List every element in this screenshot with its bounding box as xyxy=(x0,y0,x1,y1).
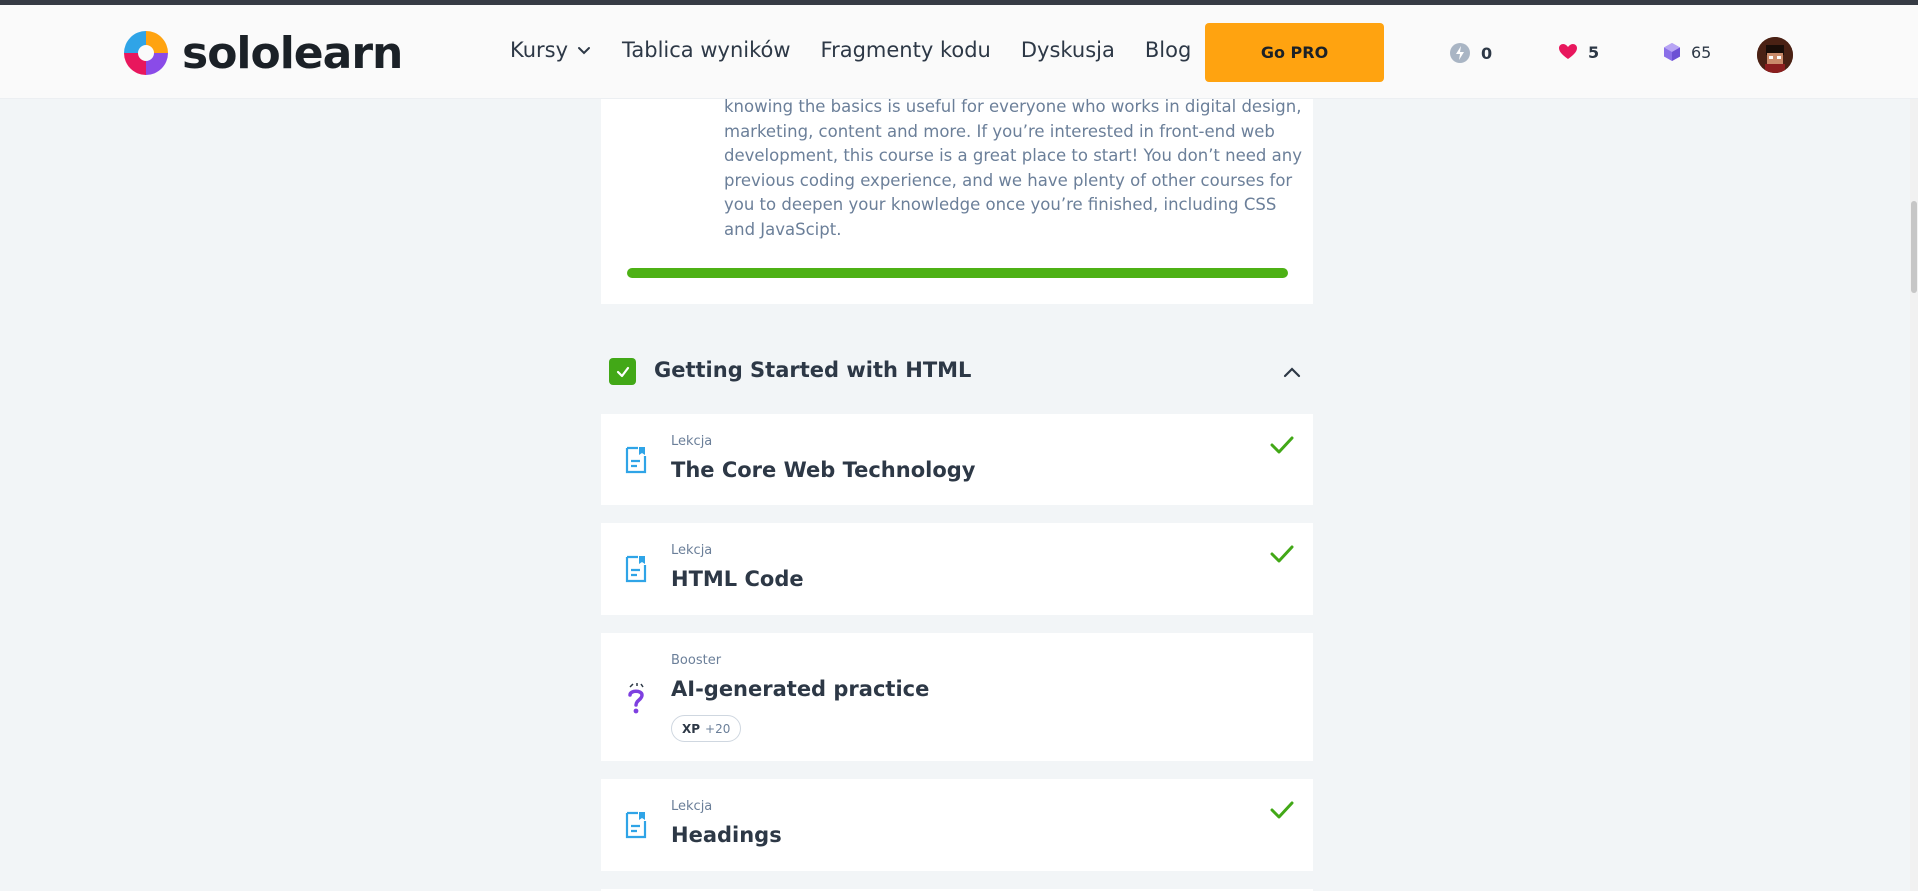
lesson-title: The Core Web Technology xyxy=(671,458,976,482)
chevron-up-icon[interactable] xyxy=(1281,362,1303,384)
lesson-type: Lekcja xyxy=(671,434,713,449)
nav-item-label: Dyskusja xyxy=(1020,38,1115,62)
booster-item[interactable]: Booster AI-generated practice XP +20 xyxy=(601,633,1313,761)
sololearn-logo-mark-icon xyxy=(124,31,168,75)
course-progress-bar xyxy=(627,268,1288,278)
nav-item-label: Fragmenty kodu xyxy=(820,38,991,62)
lightning-icon xyxy=(1450,43,1470,63)
nav-item-blog[interactable]: Blog xyxy=(1145,38,1191,62)
booster-type: Booster xyxy=(671,653,722,668)
booster-title: AI-generated practice xyxy=(671,677,930,701)
lesson-title: HTML Code xyxy=(671,567,804,591)
gem-icon xyxy=(1664,43,1680,61)
xp-badge: XP +20 xyxy=(671,715,742,742)
go-pro-button[interactable]: Go PRO xyxy=(1205,23,1384,82)
xp-value: +20 xyxy=(705,721,731,736)
checkmark-icon xyxy=(616,366,629,377)
chevron-down-icon xyxy=(578,47,591,55)
hearts-count: 5 xyxy=(1588,42,1600,62)
lesson-item[interactable]: Lekcja Headings xyxy=(601,779,1313,871)
streak-count: 0 xyxy=(1481,43,1493,63)
completed-check-icon xyxy=(1270,436,1294,454)
xp-label: XP xyxy=(682,721,701,736)
gems-count: 65 xyxy=(1691,42,1712,62)
lesson-doc-icon xyxy=(625,555,647,583)
module-completed-checkbox xyxy=(609,358,636,385)
module-title: Getting Started with HTML xyxy=(654,358,972,382)
lesson-doc-icon xyxy=(625,446,647,474)
heart-icon xyxy=(1559,44,1577,59)
nav-item-code-playground[interactable]: Fragmenty kodu xyxy=(821,38,991,62)
lesson-type: Lekcja xyxy=(671,543,713,558)
avatar-image xyxy=(1757,37,1793,73)
lesson-doc-icon xyxy=(625,811,647,839)
nav-courses-dropdown[interactable]: Kursy xyxy=(510,38,592,62)
lesson-item[interactable]: Lekcja The Core Web Technology xyxy=(601,414,1313,505)
top-header: sololearn Kursy Tablica wyników Fragment… xyxy=(0,5,1918,99)
course-description: knowing the basics is useful for everyon… xyxy=(724,97,1302,239)
page-scrollbar[interactable] xyxy=(1910,99,1918,891)
completed-check-icon xyxy=(1270,545,1294,563)
sololearn-logo[interactable]: sololearn xyxy=(120,25,403,81)
user-avatar[interactable] xyxy=(1757,37,1793,73)
question-mark-icon xyxy=(628,683,644,714)
course-description-card: knowing the basics is useful for everyon… xyxy=(601,97,1313,304)
logo-text: sololearn xyxy=(182,27,403,79)
completed-check-icon xyxy=(1270,801,1294,819)
gems-stat[interactable]: 65 xyxy=(1663,42,1711,62)
nav-item-label: Tablica wyników xyxy=(622,38,791,62)
nav-item-label: Kursy xyxy=(510,38,569,62)
nav-item-label: Blog xyxy=(1144,38,1192,62)
nav-item-leaderboard[interactable]: Tablica wyników xyxy=(622,38,791,62)
streak-stat[interactable]: 0 xyxy=(1449,42,1492,64)
nav-item-discussion[interactable]: Dyskusja xyxy=(1021,38,1115,62)
hearts-stat[interactable]: 5 xyxy=(1558,42,1599,62)
main-nav: Kursy Tablica wyników Fragmenty kodu Dys… xyxy=(510,38,1221,62)
lesson-type: Lekcja xyxy=(671,799,713,814)
lesson-item[interactable]: Lekcja HTML Code xyxy=(601,523,1313,615)
lesson-title: Headings xyxy=(671,823,782,847)
scrollbar-thumb[interactable] xyxy=(1911,201,1917,293)
module-header[interactable]: Getting Started with HTML xyxy=(601,350,1313,394)
